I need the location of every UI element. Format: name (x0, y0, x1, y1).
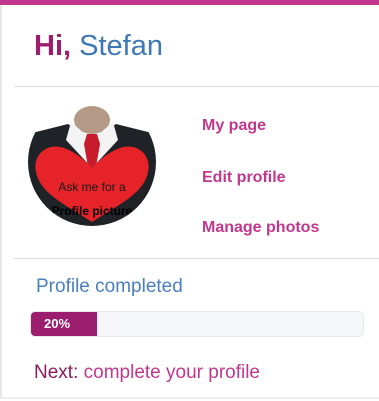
greeting-prefix: Hi, (34, 30, 72, 62)
header-divider (14, 86, 379, 87)
manage-photos-link[interactable]: Manage photos (202, 218, 319, 238)
top-accent-bar (0, 0, 379, 5)
next-step-prefix: Next: (34, 362, 79, 383)
profile-progress-value: 20% (44, 316, 71, 331)
avatar[interactable]: Ask me for a Profile picture (28, 98, 156, 226)
profile-completed-label: Profile completed (36, 276, 183, 297)
next-step: Next: complete your profile (34, 362, 260, 384)
user-name: Stefan (79, 30, 163, 62)
avatar-caption-line2: Profile picture (51, 204, 133, 218)
profile-progress-bar: 20% (30, 311, 364, 337)
section-divider (14, 258, 379, 259)
greeting-heading: Hi, Stefan (34, 28, 163, 64)
avatar-caption-line1: Ask me for a (58, 180, 126, 194)
card-left-border (0, 5, 2, 397)
bottom-border (0, 397, 379, 399)
complete-profile-link[interactable]: complete your profile (84, 362, 260, 383)
profile-card: Hi, Stefan Ask me for a Profile picture … (0, 0, 379, 401)
edit-profile-link[interactable]: Edit profile (202, 168, 286, 188)
my-page-link[interactable]: My page (202, 116, 266, 136)
